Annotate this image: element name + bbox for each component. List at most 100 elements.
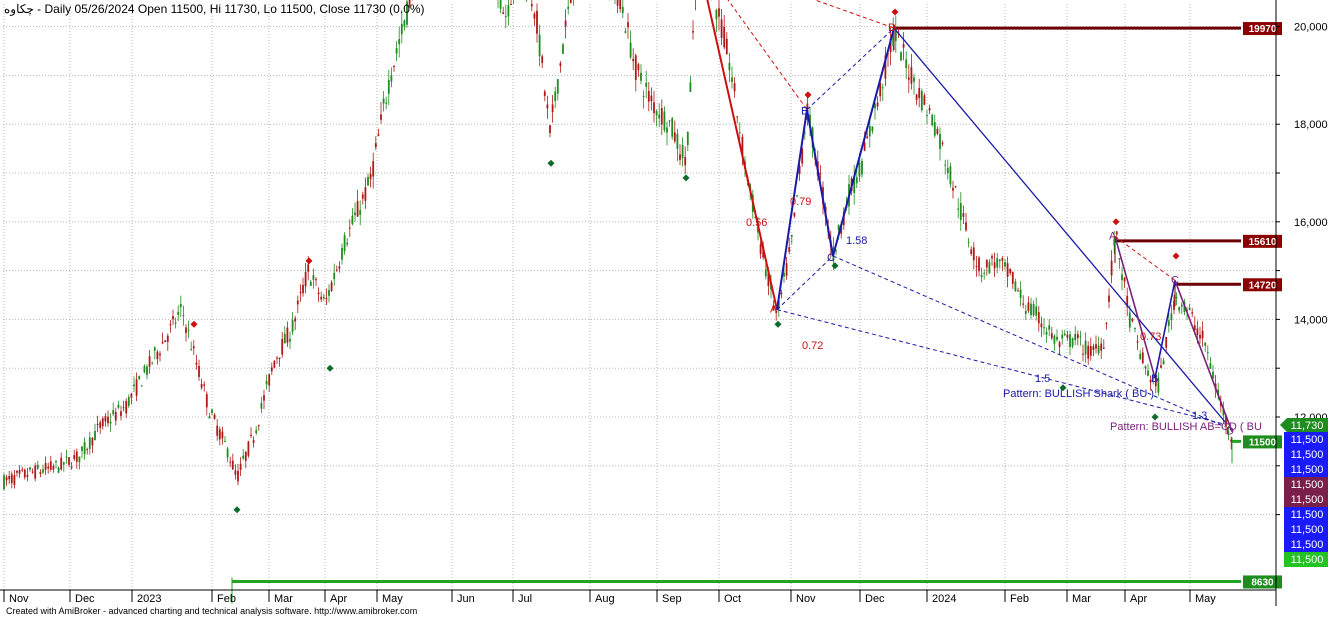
candle — [372, 152, 375, 189]
candle-body — [120, 411, 122, 417]
candle — [1079, 330, 1082, 346]
candle-body — [169, 324, 172, 326]
abcd-leg-ab — [1114, 236, 1156, 379]
candle — [1134, 327, 1136, 333]
candle-body — [122, 407, 125, 409]
leg-ab — [776, 109, 808, 310]
x-tick-label: Feb — [1010, 593, 1029, 605]
candle — [351, 208, 354, 226]
candle-body — [1147, 370, 1149, 376]
candle-body — [387, 80, 390, 94]
candle-body — [18, 470, 21, 474]
x-tick-label: Sep — [662, 593, 682, 605]
candle — [107, 410, 109, 427]
candle-body — [390, 75, 393, 82]
candle-body — [681, 145, 684, 159]
candle-body — [107, 416, 109, 424]
swing-marker — [190, 320, 198, 328]
candle — [395, 41, 398, 62]
candle-body — [31, 471, 34, 473]
candle-body — [1204, 342, 1207, 346]
ratio-bd — [806, 27, 895, 110]
candle — [881, 83, 884, 101]
candle-body — [133, 384, 135, 387]
candle — [1100, 337, 1103, 360]
candle — [1050, 326, 1053, 340]
price-tag: 11,500 — [1284, 522, 1328, 537]
x-tick-label: Nov — [9, 593, 29, 605]
candle — [695, 0, 696, 11]
candle — [125, 398, 128, 419]
ratio-label: 1.58 — [846, 235, 867, 247]
leg-bc — [806, 109, 834, 257]
candle-body — [1043, 327, 1045, 329]
candle-body — [218, 429, 221, 440]
candle — [1069, 330, 1071, 356]
candle — [164, 340, 167, 343]
candle — [1118, 258, 1121, 269]
candle-body — [224, 440, 226, 442]
candle — [972, 242, 975, 270]
candle — [304, 262, 307, 294]
chart-title: Daily 05/26/2024 Open 11500, Hi 11730, L… — [44, 2, 425, 16]
candle-body — [1063, 333, 1066, 336]
candle-body — [551, 104, 554, 112]
candle — [1204, 342, 1207, 352]
candle-body — [632, 58, 635, 62]
candle-body — [985, 259, 988, 268]
candle-body — [278, 357, 281, 359]
candle — [679, 144, 681, 166]
candle-body — [231, 460, 234, 470]
candle — [148, 349, 151, 374]
candle-body — [668, 120, 671, 122]
candle — [185, 324, 187, 342]
candle — [1022, 295, 1025, 309]
candle-body — [733, 83, 736, 92]
candle-body — [229, 461, 232, 463]
candle-body — [1071, 338, 1074, 347]
candle-body — [304, 271, 307, 287]
candle — [114, 407, 117, 426]
candle — [322, 293, 325, 301]
candle-body — [78, 456, 81, 463]
candle-body — [629, 42, 632, 58]
candle — [205, 391, 208, 416]
candle-body — [325, 298, 328, 300]
candle-body — [1019, 289, 1022, 299]
candle — [671, 116, 674, 140]
candle-body — [346, 242, 349, 245]
candle-body — [1024, 311, 1027, 314]
candle — [200, 378, 203, 390]
candle-body — [972, 247, 975, 261]
candle-body — [195, 362, 198, 365]
candle — [559, 61, 562, 73]
candle — [325, 288, 328, 306]
candle — [998, 258, 1001, 269]
candle-body — [403, 20, 406, 27]
candle — [224, 436, 226, 443]
candle-body — [1167, 320, 1170, 327]
level-label-text: 19970 — [1249, 24, 1277, 35]
candle — [928, 104, 931, 114]
candle — [920, 88, 923, 113]
candle — [507, 0, 510, 26]
level-19970: 19970 — [893, 22, 1282, 51]
candle — [533, 11, 536, 26]
candle-body — [190, 349, 193, 351]
candle — [348, 219, 351, 238]
candle — [294, 315, 297, 331]
candle — [871, 126, 874, 134]
candle — [1141, 347, 1144, 365]
candle-body — [1102, 347, 1105, 349]
candle — [133, 376, 135, 393]
candle-body — [367, 176, 369, 186]
candle-body — [1188, 307, 1191, 310]
candle — [640, 64, 642, 85]
price-tag: 11,500 — [1284, 477, 1328, 492]
candle-body — [793, 212, 796, 217]
candle-body — [939, 133, 941, 149]
candle — [354, 202, 356, 222]
point-c-label: C — [827, 252, 835, 264]
candle-body — [88, 437, 91, 449]
candle-body — [666, 127, 668, 133]
